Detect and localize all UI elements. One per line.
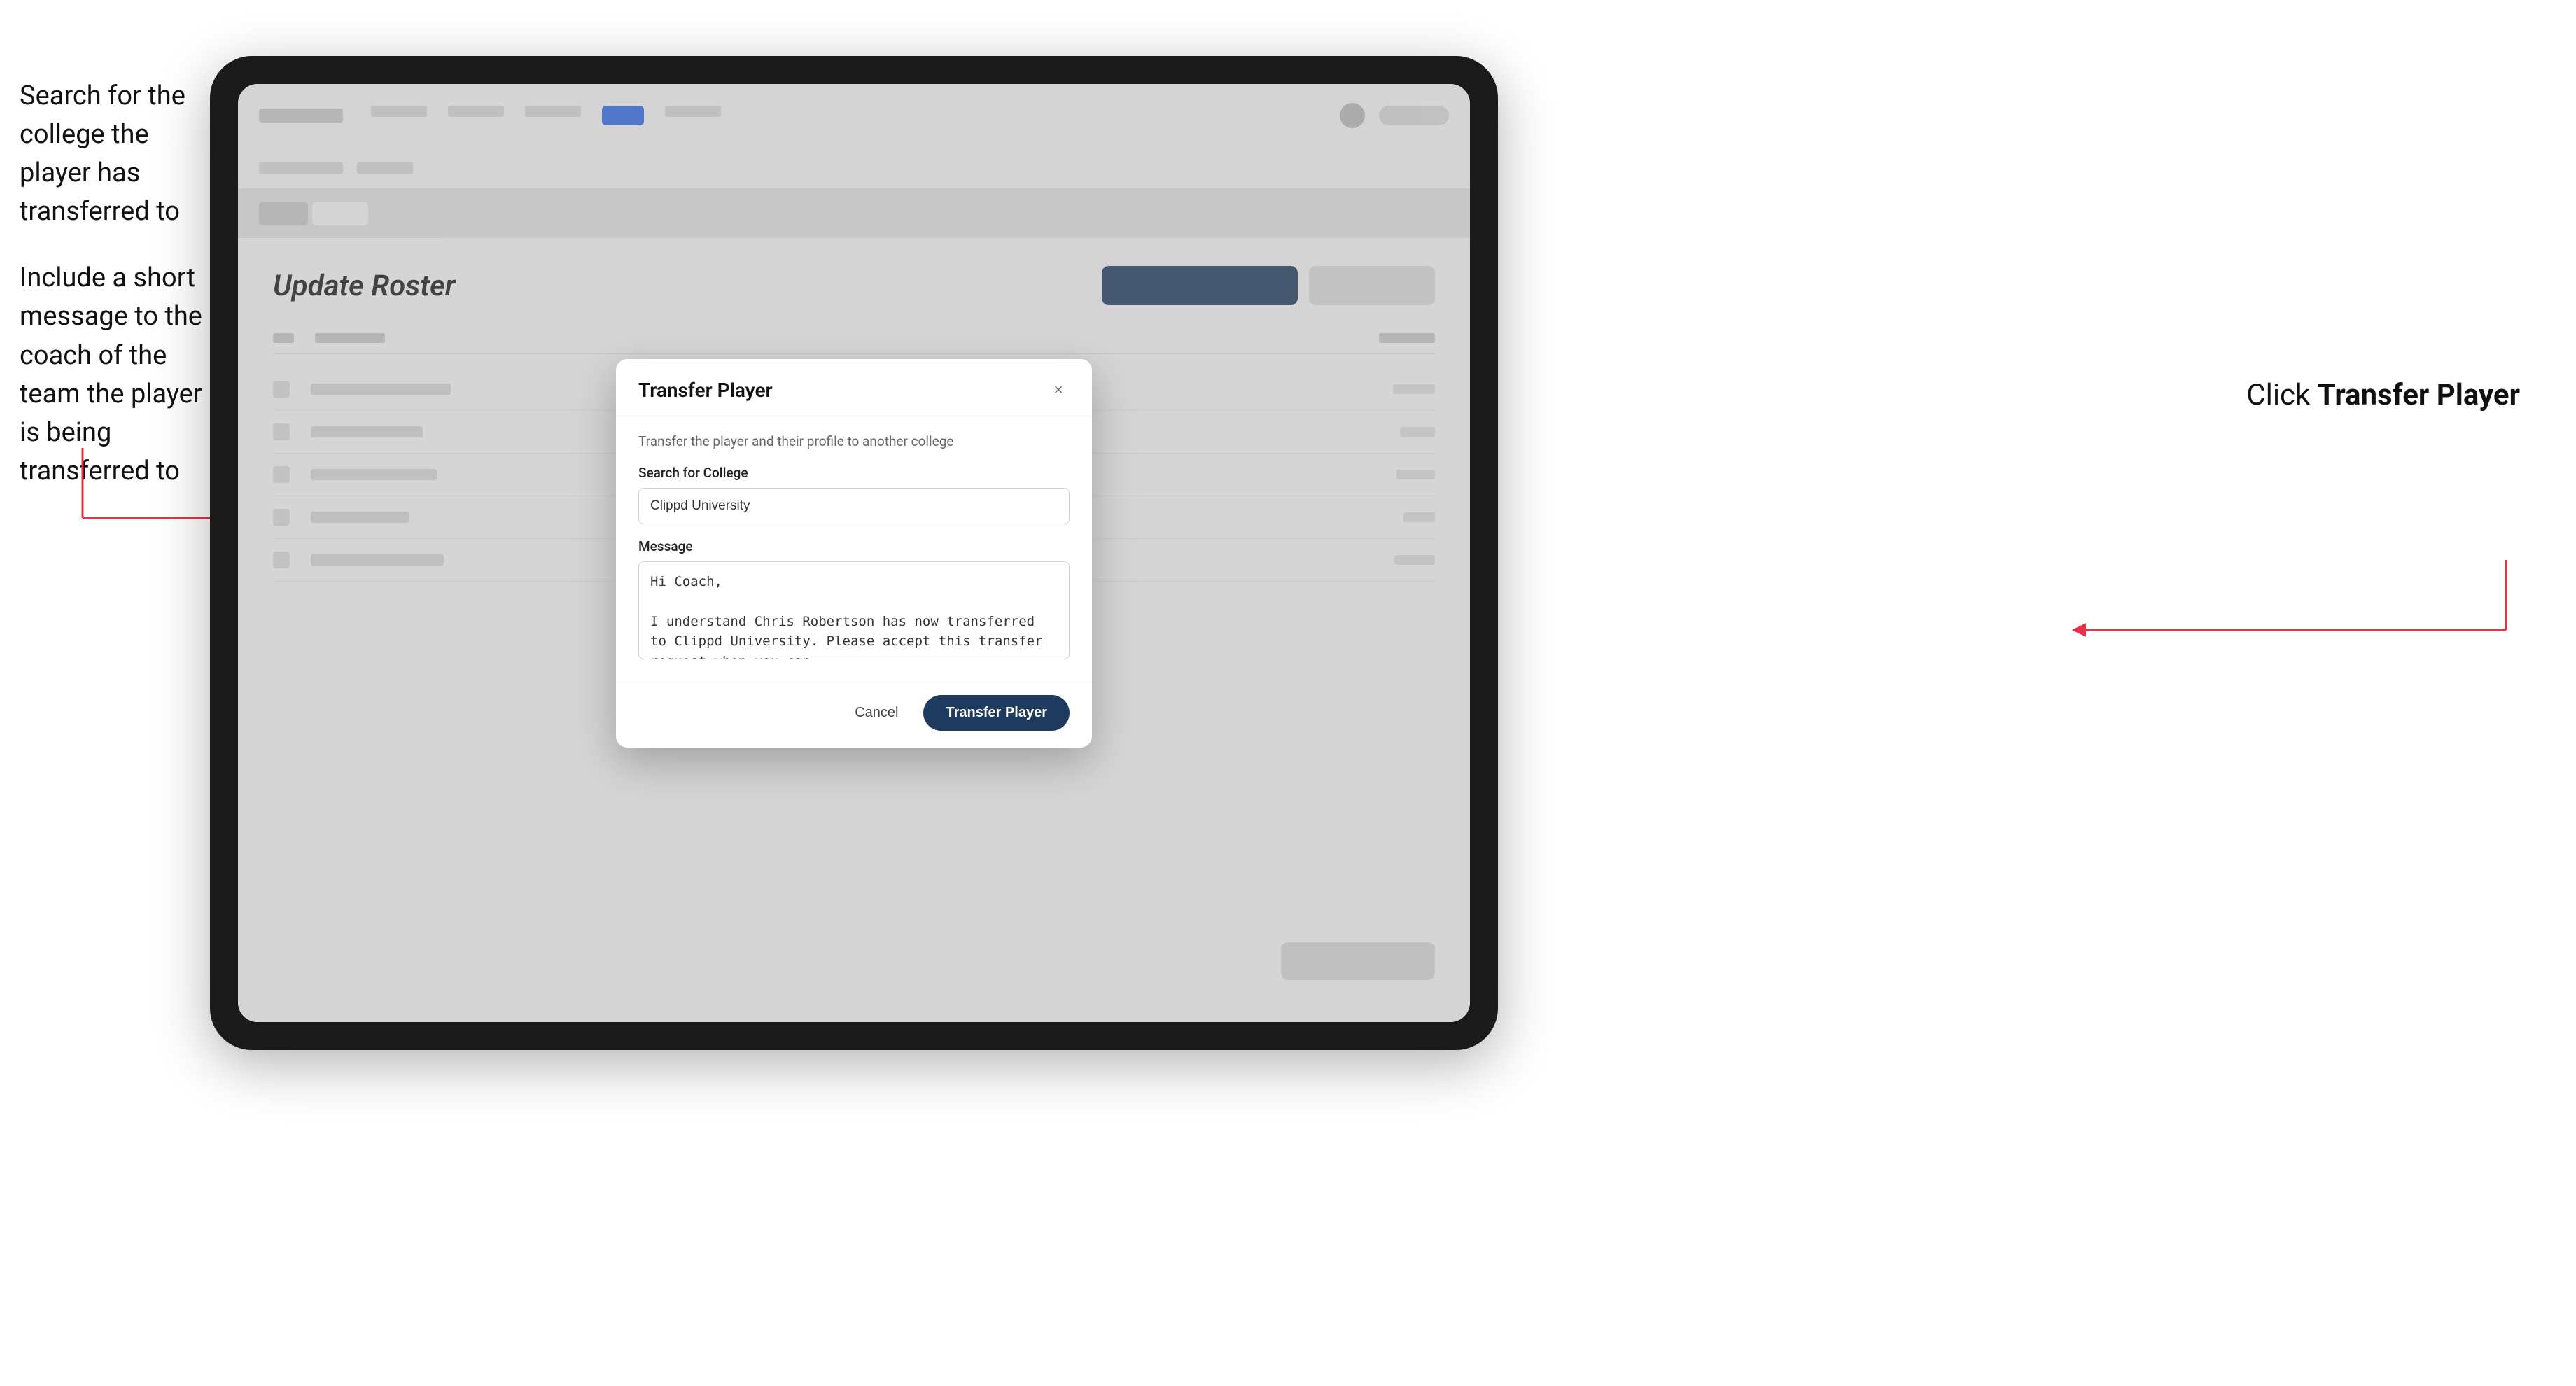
right-annotation: Click Transfer Player — [2246, 378, 2520, 412]
message-textarea[interactable]: Hi Coach, I understand Chris Robertson h… — [638, 561, 1070, 659]
cancel-button[interactable]: Cancel — [844, 698, 909, 728]
left-annotation-text-1: Search for the college the player has tr… — [20, 77, 216, 231]
modal-overlay: Transfer Player × Transfer the player an… — [238, 84, 1470, 1022]
right-annotation-bold: Transfer Player — [2318, 378, 2520, 412]
right-arrow — [2044, 560, 2548, 672]
college-label: Search for College — [638, 465, 1070, 481]
tablet-frame: Update Roster — [210, 56, 1498, 1050]
tablet-screen: Update Roster — [238, 84, 1470, 1022]
modal-header: Transfer Player × — [616, 359, 1092, 416]
modal-subtitle: Transfer the player and their profile to… — [638, 433, 1070, 449]
transfer-player-modal: Transfer Player × Transfer the player an… — [616, 359, 1092, 748]
modal-title: Transfer Player — [638, 379, 773, 402]
modal-body: Transfer the player and their profile to… — [616, 416, 1092, 682]
modal-close-button[interactable]: × — [1047, 379, 1070, 401]
transfer-player-button[interactable]: Transfer Player — [923, 695, 1070, 731]
message-label: Message — [638, 538, 1070, 554]
college-input[interactable] — [638, 488, 1070, 524]
right-annotation-prefix: Click — [2246, 378, 2317, 412]
modal-footer: Cancel Transfer Player — [616, 682, 1092, 748]
